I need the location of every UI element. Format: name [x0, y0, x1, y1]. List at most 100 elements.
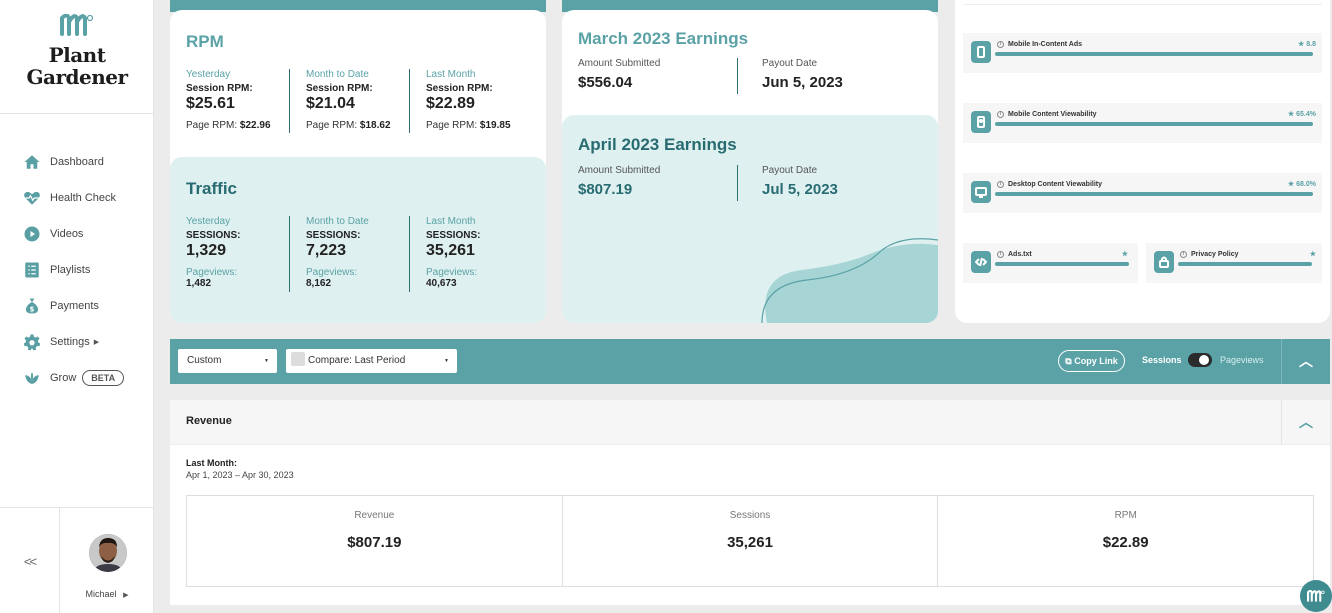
home-icon [24, 155, 40, 169]
sidebar-item-health-check[interactable]: Health Check [0, 180, 154, 216]
info-icon[interactable]: i [1180, 251, 1187, 258]
sessions-value: 35,261 [426, 242, 475, 259]
sessions-pageviews-toggle[interactable] [1188, 353, 1212, 367]
rpm-card: RPM Yesterday Session RPM: $25.61 Page R… [170, 10, 546, 180]
health-item-score: ★ [1309, 251, 1316, 258]
leaf-icon [25, 372, 39, 384]
info-icon[interactable]: i [997, 41, 1004, 48]
compare-swatch [291, 352, 305, 366]
caret-right-icon: ▶ [93, 339, 100, 346]
period-label: Last Month [426, 69, 476, 80]
health-item-name: i Ads.txt [997, 251, 1032, 258]
date-range-value: Custom [187, 355, 222, 366]
compare-value: Compare: Last Period [308, 355, 406, 366]
code-glyph-icon [975, 257, 987, 267]
pageviews-value: 8,162 [306, 278, 332, 289]
health-item-label: Ads.txt [1008, 251, 1032, 258]
session-rpm-label: Session RPM: [426, 83, 493, 94]
traffic-col-last-month: Last Month SESSIONS: 35,261 Pageviews: 4… [409, 216, 480, 292]
avatar[interactable] [89, 534, 127, 572]
info-icon[interactable]: i [997, 181, 1004, 188]
health-top-divider [963, 4, 1322, 5]
sidebar-item-dashboard[interactable]: Dashboard [0, 144, 154, 180]
sidebar-item-grow[interactable]: Grow BETA [0, 360, 154, 396]
health-item-mobile-content-viewability[interactable]: i Mobile Content Viewability ★ 65.4% [963, 103, 1322, 143]
metric-value: $22.89 [1102, 534, 1149, 551]
pageviews-label: Pageviews: [426, 267, 478, 278]
collapse-sidebar-button[interactable]: << [0, 508, 60, 613]
health-item-mobile-in-content-ads[interactable]: i Mobile In-Content Ads ★ 8.8 [963, 33, 1322, 73]
filter-bar: Custom ▼ Compare: Last Period ▼ ⧉ Copy L… [170, 339, 1330, 384]
user-menu[interactable]: Michael ▶ [60, 589, 154, 599]
april-earnings-card: April 2023 Earnings Amount Submitted $80… [562, 115, 938, 323]
mobile-eye-glyph-icon [977, 116, 985, 128]
gear-icon [23, 334, 41, 351]
logo[interactable]: Plant Gardener [0, 14, 154, 88]
avatar-image-icon [89, 534, 127, 572]
metric-revenue: Revenue $807.19 [187, 496, 563, 586]
svg-text:$: $ [30, 305, 35, 313]
health-item-desktop-content-viewability[interactable]: i Desktop Content Viewability ★ 68.0% [963, 173, 1322, 213]
collapse-filter-chevron-up-icon[interactable]: ︿ [1299, 351, 1313, 371]
sidebar-item-label: Payments [50, 300, 99, 312]
pageviews-label: Pageviews: [306, 267, 358, 278]
session-rpm-value: $25.61 [186, 95, 235, 112]
health-progress-bar [995, 122, 1313, 126]
sidebar-item-label: Playlists [50, 264, 91, 276]
session-rpm-value: $21.04 [306, 95, 355, 112]
earnings-title: April 2023 Earnings [578, 135, 737, 154]
session-rpm-label: Session RPM: [306, 83, 373, 94]
copy-link-button[interactable]: ⧉ Copy Link [1058, 350, 1125, 372]
earnings-title: March 2023 Earnings [578, 29, 749, 48]
health-item-name: i Mobile In-Content Ads [997, 41, 1082, 48]
health-item-label: Desktop Content Viewability [1008, 181, 1102, 188]
session-rpm-value: $22.89 [426, 95, 475, 112]
compare-select[interactable]: Compare: Last Period ▼ [286, 349, 457, 373]
logo-mark-icon [1307, 590, 1325, 602]
lock-glyph-icon [1159, 256, 1169, 268]
date-range-select[interactable]: Custom ▼ [178, 349, 277, 373]
sidebar-nav: Dashboard Health Check Videos Playlists … [0, 144, 154, 396]
payout-label: Payout Date [762, 58, 818, 69]
page-rpm-value: $19.85 [479, 120, 511, 131]
period-range: Apr 1, 2023 – Apr 30, 2023 [186, 470, 294, 480]
health-item-ads-txt[interactable]: i Ads.txt ★ [963, 243, 1138, 283]
period-label: Month to Date [306, 216, 369, 227]
logo-mark-icon [60, 14, 94, 36]
help-chat-button[interactable] [1300, 580, 1332, 612]
collapse-revenue-chevron-up-icon[interactable]: ︿ [1299, 412, 1313, 432]
sidebar-item-videos[interactable]: Videos [0, 216, 154, 252]
caret-right-icon: ▶ [123, 592, 129, 599]
revenue-header: Revenue ︿ [170, 400, 1330, 445]
sidebar-item-payments[interactable]: $ Payments [0, 288, 154, 324]
rpm-title: RPM [186, 32, 224, 51]
payout-date: Payout Date Jun 5, 2023 [737, 58, 843, 94]
health-item-name: i Privacy Policy [1180, 251, 1238, 258]
revenue-body: Last Month: Apr 1, 2023 – Apr 30, 2023 R… [170, 445, 1330, 605]
health-item-label: Privacy Policy [1191, 251, 1239, 258]
amount-submitted: Amount Submitted $807.19 [578, 165, 660, 198]
health-item-label: Mobile In-Content Ads [1008, 41, 1083, 48]
sidebar-item-playlists[interactable]: Playlists [0, 252, 154, 288]
payout-value: Jun 5, 2023 [762, 74, 843, 91]
health-progress-bar [1178, 262, 1312, 266]
rpm-col-month-to-date: Month to Date Session RPM: $21.04 Page R… [289, 69, 391, 133]
info-icon[interactable]: i [997, 111, 1004, 118]
amount-value: $556.04 [578, 74, 633, 91]
money-bag-icon: $ [25, 298, 39, 314]
page-rpm-value: $18.62 [359, 120, 391, 131]
lock-icon [1154, 251, 1174, 273]
info-icon[interactable]: i [997, 251, 1004, 258]
sidebar-item-label: Health Check [50, 192, 117, 204]
sidebar-item-settings[interactable]: Settings ▶ [0, 324, 154, 360]
health-item-privacy-policy[interactable]: i Privacy Policy ★ [1146, 243, 1322, 283]
revenue-header-divider [1281, 400, 1282, 445]
payout-value: Jul 5, 2023 [762, 181, 838, 198]
chevron-down-icon: ▼ [444, 358, 449, 364]
toggle-sessions-label: Sessions [1142, 355, 1182, 365]
play-icon [24, 226, 40, 242]
beta-badge: BETA [82, 370, 125, 386]
sessions-label: SESSIONS: [186, 230, 241, 241]
pageviews-value: 40,673 [426, 278, 457, 289]
filter-bar-divider [1281, 339, 1282, 384]
